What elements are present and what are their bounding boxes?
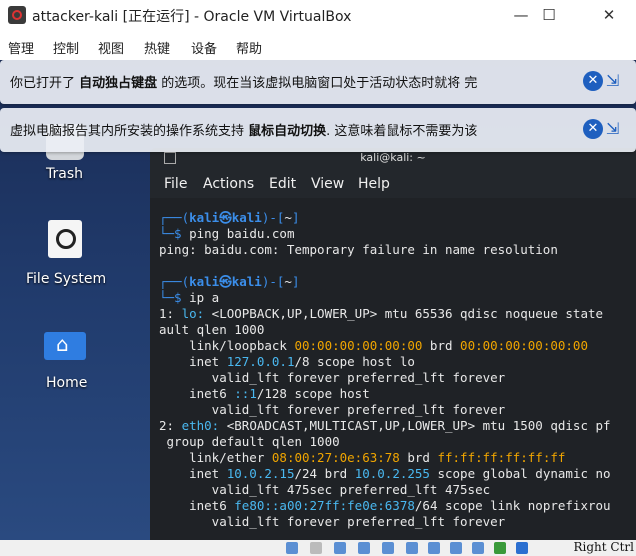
output-line: inet6	[159, 498, 235, 513]
desktop-label-filesystem[interactable]: File System	[26, 271, 106, 287]
notification-dont-show-icon[interactable]: ⇲	[606, 119, 626, 139]
desktop-label-trash[interactable]: Trash	[46, 166, 83, 182]
output-line: /64 scope link noprefixrou	[414, 498, 611, 513]
output-line: link/loopback	[159, 338, 295, 353]
terminal-menu-edit[interactable]: Edit	[269, 176, 296, 192]
window-titlebar: attacker-kali [正在运行] - Oracle VM Virtual…	[0, 0, 636, 32]
output-line: valid_lft forever preferred_lft forever	[159, 370, 506, 385]
maximize-button[interactable]: ☐	[526, 0, 572, 32]
prompt-at-2: ㉿	[219, 274, 232, 289]
mac-address: 00:00:00:00:00:00	[294, 338, 423, 353]
prompt-dir: ~	[284, 210, 292, 225]
output-line: 2:	[159, 418, 182, 433]
ip-address: ::1	[234, 386, 257, 401]
output-line: brd	[422, 338, 461, 353]
command-1: ping baidu.com	[189, 226, 295, 241]
output-line: 1:	[159, 306, 182, 321]
shared-folders-icon[interactable]	[406, 542, 418, 554]
ping-output: ping: baidu.com: Temporary failure in na…	[159, 242, 558, 257]
broadcast-address: 10.0.2.255	[354, 466, 430, 481]
terminal-menu-view[interactable]: View	[311, 176, 344, 192]
mac-address: ff:ff:ff:ff:ff:ff	[437, 450, 566, 465]
close-button[interactable]: ✕	[586, 0, 632, 32]
mouse-integration-icon[interactable]	[494, 542, 506, 554]
output-line: scope global dynamic no	[429, 466, 611, 481]
output-line: <LOOPBACK,UP,LOWER_UP> mtu 65536 qdisc n…	[204, 306, 604, 321]
notification-text: 虚拟电脑报告其内所安装的操作系统支持 鼠标自动切换. 这意味着鼠标不需要为该	[10, 124, 478, 139]
recording-icon[interactable]	[450, 542, 462, 554]
output-line: ault qlen 1000	[159, 322, 265, 337]
menu-manage[interactable]: 管理	[8, 38, 34, 57]
keyboard-capture-icon[interactable]	[516, 542, 528, 554]
virtualbox-icon	[8, 6, 26, 24]
menu-control[interactable]: 控制	[53, 38, 79, 57]
notification-dont-show-icon[interactable]: ⇲	[606, 71, 626, 91]
mac-address: 08:00:27:0e:63:78	[271, 450, 400, 465]
iface-lo: lo:	[181, 306, 205, 321]
ip-address: 127.0.0.1	[226, 354, 295, 369]
output-line: inet6	[159, 386, 235, 401]
menu-hotkeys[interactable]: 热键	[144, 38, 170, 57]
terminal-menubar: File Actions Edit View Help	[150, 170, 636, 198]
menu-view[interactable]: 视图	[98, 38, 124, 57]
terminal-menu-file[interactable]: File	[164, 176, 187, 192]
output-line: group default qlen 1000	[159, 434, 340, 449]
vbox-menubar: 管理 控制 视图 热键 设备 帮助	[0, 32, 636, 60]
ipv6-address: fe80::a00:27ff:fe0e:6378	[234, 498, 415, 513]
terminal-title: kali@kali: ~	[360, 151, 426, 164]
hard-disk-icon[interactable]	[286, 542, 298, 554]
window-title: attacker-kali [正在运行] - Oracle VM Virtual…	[32, 9, 352, 25]
vbox-statusbar: Right Ctrl	[0, 540, 636, 556]
output-line: /24 brd	[294, 466, 355, 481]
desktop-label-home[interactable]: Home	[46, 375, 87, 391]
display-icon[interactable]	[428, 542, 440, 554]
terminal-menu-actions[interactable]: Actions	[203, 176, 254, 192]
optical-drive-icon[interactable]	[310, 542, 322, 554]
notification-close-icon[interactable]: ✕	[583, 119, 603, 139]
vm-display[interactable]: Trash File System Home kali@kali: ~ File…	[0, 60, 636, 540]
terminal-menu-help[interactable]: Help	[358, 176, 390, 192]
prompt-host: kali	[231, 210, 262, 225]
output-line: link/ether	[159, 450, 272, 465]
output-line: valid_lft 475sec preferred_lft 475sec	[159, 482, 491, 497]
output-line: inet	[159, 354, 227, 369]
terminal-output[interactable]: ┌──(kali㉿kali)-[~] └─$ ping baidu.com pi…	[159, 210, 611, 530]
notification-text: 你已打开了 自动独占键盘 的选项。现在当该虚拟电脑窗口处于活动状态时就将 完	[10, 76, 478, 91]
host-key-label: Right Ctrl	[573, 540, 635, 554]
menu-devices[interactable]: 设备	[191, 38, 217, 57]
terminal-window[interactable]: kali@kali: ~ File Actions Edit View Help…	[150, 148, 636, 540]
prompt-user: kali	[189, 210, 220, 225]
prompt-dir-2: ~	[284, 274, 292, 289]
output-line: valid_lft forever preferred_lft forever	[159, 402, 506, 417]
prompt-host-2: kali	[231, 274, 262, 289]
output-line: inet	[159, 466, 227, 481]
iface-eth0: eth0:	[181, 418, 220, 433]
output-line: brd	[399, 450, 438, 465]
prompt-user-2: kali	[189, 274, 220, 289]
mac-address: 00:00:00:00:00:00	[460, 338, 588, 353]
output-line: /128 scope host	[256, 386, 370, 401]
usb-icon[interactable]	[382, 542, 394, 554]
cpu-icon[interactable]	[472, 542, 484, 554]
output-line: <BROADCAST,MULTICAST,UP,LOWER_UP> mtu 15…	[219, 418, 611, 433]
output-line: valid_lft forever preferred_lft forever	[159, 514, 506, 529]
menu-help[interactable]: 帮助	[236, 38, 262, 57]
network-icon[interactable]	[358, 542, 370, 554]
drive-icon[interactable]	[48, 220, 82, 258]
audio-icon[interactable]	[334, 542, 346, 554]
ip-address: 10.0.2.15	[226, 466, 295, 481]
output-line: /8 scope host lo	[294, 354, 415, 369]
notification-close-icon[interactable]: ✕	[583, 71, 603, 91]
notification-keyboard-capture: 你已打开了 自动独占键盘 的选项。现在当该虚拟电脑窗口处于活动状态时就将 完 ✕…	[0, 60, 636, 104]
notification-mouse-integration: 虚拟电脑报告其内所安装的操作系统支持 鼠标自动切换. 这意味着鼠标不需要为该 ✕…	[0, 108, 636, 152]
home-folder-icon[interactable]	[44, 332, 86, 360]
command-2: ip a	[189, 290, 220, 305]
prompt-at: ㉿	[219, 210, 232, 225]
